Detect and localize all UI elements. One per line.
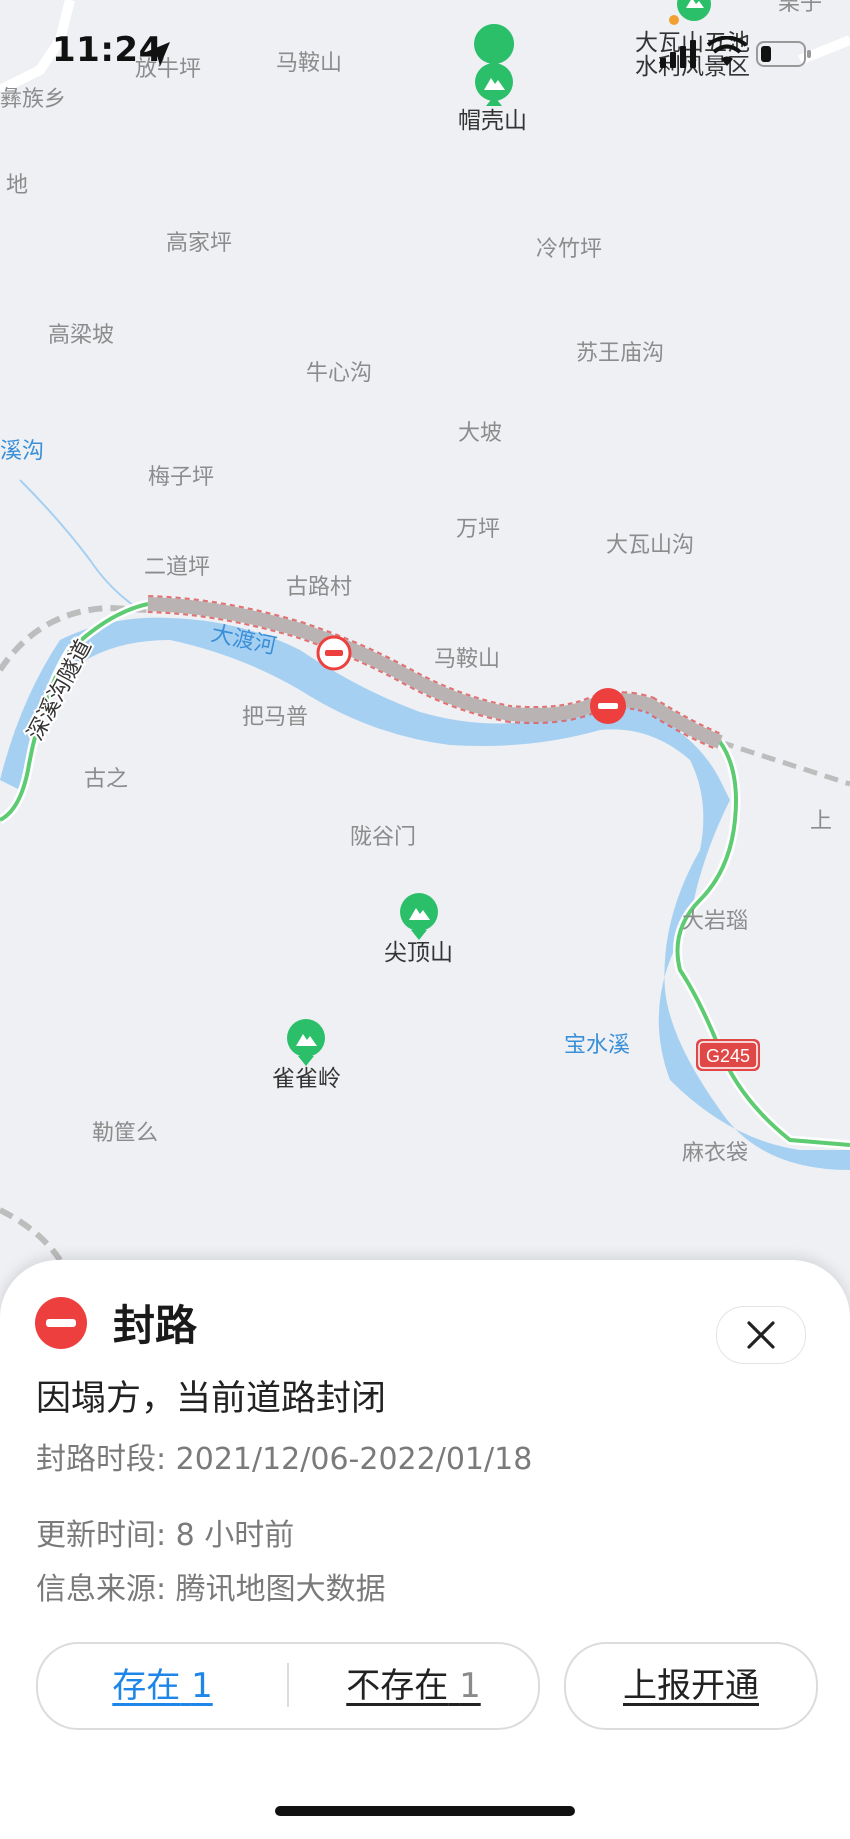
location-arrow-icon (146, 42, 170, 66)
cellular-signal-icon (660, 40, 696, 68)
map-label: 地 (6, 173, 28, 198)
map-label: 古之 (84, 767, 128, 792)
road-closure-sheet: 封路 因塌方，当前道路封闭 封路时段: 2021/12/06-2022/01/1… (0, 1260, 850, 1839)
map-label: 把马普 (242, 705, 308, 730)
wifi-icon (706, 36, 748, 66)
vote-not-exist-button[interactable]: 不存在 1 (289, 1644, 538, 1728)
report-open-button[interactable]: 上报开通 (564, 1642, 818, 1730)
road-closed-icon (35, 1297, 87, 1349)
road-shield: G245 (696, 1039, 760, 1071)
closure-period: 封路时段: 2021/12/06-2022/01/18 (36, 1442, 533, 1477)
vote-exist-label: 存在 (112, 1666, 181, 1706)
map-label: 勒筐么 (92, 1121, 158, 1146)
home-indicator[interactable] (275, 1806, 575, 1816)
vote-exist-button[interactable]: 存在 1 (38, 1644, 287, 1728)
map-label: 牛心沟 (306, 361, 372, 386)
map-label: 大岩瑙 (682, 909, 748, 934)
map-label: 冷竹坪 (536, 237, 602, 262)
info-source: 信息来源: 腾讯地图大数据 (36, 1572, 386, 1607)
report-open-label: 上报开通 (623, 1666, 759, 1706)
map-label: 二道坪 (144, 555, 210, 580)
map-label: 上 (810, 809, 832, 834)
map-label: 帽壳山 (458, 108, 527, 134)
vote-not-exist-label: 不存在 (346, 1666, 449, 1706)
map-label: 雀雀岭 (272, 1066, 341, 1092)
map-label: 麻衣袋 (682, 1141, 748, 1166)
map-label: 高家坪 (166, 231, 232, 256)
closure-description: 因塌方，当前道路封闭 (36, 1379, 387, 1419)
road-shield-label: G245 (706, 1046, 750, 1066)
map-label: 高梁坡 (48, 323, 114, 348)
map-label: 万坪 (456, 517, 500, 542)
battery-icon (756, 41, 811, 67)
vote-exist-count: 1 (191, 1666, 213, 1706)
update-time: 更新时间: 8 小时前 (36, 1518, 295, 1553)
map-label: 陇谷门 (350, 825, 416, 850)
status-bar: 11:24 (0, 0, 850, 110)
close-icon (747, 1321, 775, 1349)
map-label: 宝水溪 (564, 1033, 630, 1058)
sheet-title: 封路 (113, 1301, 198, 1350)
map-label: 苏王庙沟 (576, 341, 664, 366)
map-label: 古路村 (286, 575, 352, 600)
map-label: 马鞍山 (434, 647, 500, 672)
close-button[interactable] (716, 1306, 806, 1364)
vote-not-exist-count: 1 (459, 1666, 481, 1706)
map-label: 溪沟 (0, 439, 44, 464)
map-label: 大瓦山沟 (606, 533, 694, 558)
map-label: 尖顶山 (384, 940, 453, 966)
map-label: 大坡 (458, 421, 502, 446)
vote-group: 存在 1 不存在 1 (36, 1642, 540, 1730)
road-closed-icon[interactable] (590, 688, 626, 724)
map-label: 梅子坪 (148, 465, 214, 490)
road-closed-icon[interactable] (316, 635, 352, 671)
